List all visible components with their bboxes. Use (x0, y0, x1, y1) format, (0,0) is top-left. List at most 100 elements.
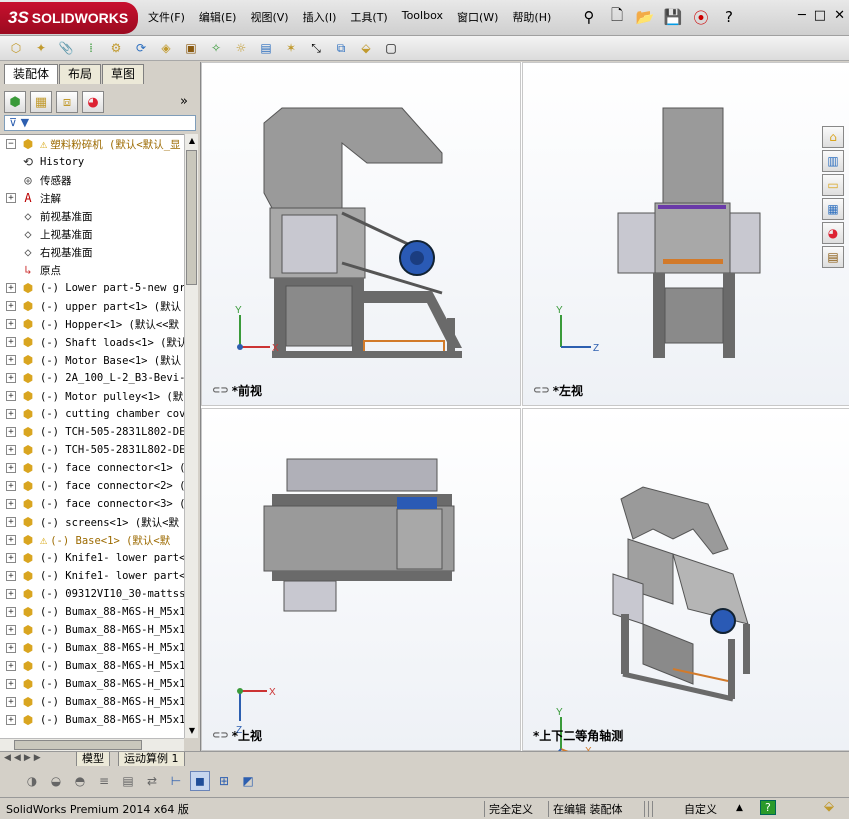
view-grid-icon[interactable]: ⊞ (214, 771, 234, 791)
tree-expander[interactable]: − (6, 139, 16, 149)
file-explorer-icon[interactable]: ▭ (822, 174, 844, 196)
tool-f-icon[interactable]: ⇄ (142, 771, 162, 791)
help-icon[interactable]: ? (718, 6, 740, 28)
mate-icon[interactable]: 📎 (56, 39, 76, 57)
tree-expander[interactable]: + (6, 661, 16, 671)
tree-item[interactable]: + ⬢ (-) Motor pulley<1> (默 (0, 387, 184, 405)
tree-item[interactable]: + ⬢ (-) Knife1- lower part< (0, 549, 184, 567)
tree-expander[interactable]: + (6, 553, 16, 563)
scroll-thumb[interactable] (186, 150, 197, 285)
tab-model[interactable]: 模型 (76, 752, 110, 767)
tree-item[interactable]: + ⬢ (-) TCH-505-2831L802-DE (0, 441, 184, 459)
tree-item[interactable]: + ⬢ (-) cutting chamber cov (0, 405, 184, 423)
custom-properties-icon[interactable]: ▤ (822, 246, 844, 268)
tree-expander[interactable]: + (6, 571, 16, 581)
menu-view[interactable]: 视图(V) (250, 9, 288, 25)
solidworks-logo[interactable]: 3S SOLIDWORKS (0, 2, 138, 34)
tree-expander[interactable]: + (6, 697, 16, 707)
tree-item[interactable]: ↳ 原点 (0, 261, 184, 279)
exploded-view-icon[interactable]: ✶ (281, 39, 301, 57)
scroll-up-icon[interactable]: ▲ (185, 134, 199, 148)
tree-item[interactable]: + ⬢ (-) face connector<2> ( (0, 477, 184, 495)
move-component-icon[interactable]: ⟳ (131, 39, 151, 57)
view-link-icon[interactable]: ⊂⊃ (212, 730, 229, 741)
view-palette-icon[interactable]: ▦ (822, 198, 844, 220)
show-hidden-icon[interactable]: ◈ (156, 39, 176, 57)
new-document-icon[interactable]: 🗋 (606, 6, 628, 28)
tree-expander[interactable]: + (6, 337, 16, 347)
solidworks-resources-icon[interactable]: ⌂ (822, 126, 844, 148)
menu-insert[interactable]: 插入(I) (303, 9, 337, 25)
viewport-top[interactable]: X Z ⊂⊃ *上视 (201, 408, 521, 751)
tree-item[interactable]: + ⬢ (-) Motor Base<1> (默认 (0, 351, 184, 369)
tree-expander[interactable]: + (6, 391, 16, 401)
tree-item[interactable]: + ⬢ (-) Bumax_88-M6S-H_M5x1 (0, 711, 184, 729)
tree-item[interactable]: ◇ 右视基准面 (0, 243, 184, 261)
linear-pattern-icon[interactable]: ⁞ (81, 39, 101, 57)
tree-expander[interactable]: + (6, 481, 16, 491)
pin-icon[interactable]: ⚲ (578, 6, 600, 28)
traffic-light-icon[interactable]: ⦿ (690, 6, 712, 28)
clearance-verification-icon[interactable]: ⬙ (356, 39, 376, 57)
units-selector[interactable]: 自定义 (684, 801, 717, 817)
property-manager-icon[interactable]: ▦ (30, 91, 52, 113)
close-button[interactable]: ✕ (834, 8, 845, 23)
reference-geometry-icon[interactable]: ✧ (206, 39, 226, 57)
menu-help[interactable]: 帮助(H) (512, 9, 551, 25)
tree-expander[interactable]: + (6, 535, 16, 545)
tree-item[interactable]: + ⬢ (-) 2A_100_L-2_B3-Bevi- (0, 369, 184, 387)
tree-filter-input[interactable]: ⊽ ▼ (4, 115, 196, 131)
view-link-icon[interactable]: ⊂⊃ (533, 385, 550, 396)
tool-a-icon[interactable]: ◑ (22, 771, 42, 791)
tree-expander[interactable]: + (6, 625, 16, 635)
view-link-icon[interactable]: ⊂⊃ (212, 385, 229, 396)
rebuild-icon[interactable]: ⬙ (824, 799, 834, 814)
view-cube-icon[interactable]: ◼ (190, 771, 210, 791)
menu-window[interactable]: 窗口(W) (457, 9, 498, 25)
tree-expander[interactable]: + (6, 589, 16, 599)
tab-assembly[interactable]: 装配体 (4, 64, 59, 84)
tab-nav-arrows-icon[interactable]: ◀◀▶▶ (4, 753, 44, 763)
tree-expander[interactable]: + (6, 427, 16, 437)
graphics-area[interactable]: ⌕ ⊕ ↶ ◧ ◪ ◼ ◎ ◕ ⬤ ▤ ⊡ ⊟ ─ ❐ ✕ (200, 62, 849, 762)
help-button[interactable]: ? (760, 800, 776, 815)
tree-expander[interactable]: + (6, 193, 16, 203)
tree-item[interactable]: + A 注解 (0, 189, 184, 207)
tool-e-icon[interactable]: ▤ (118, 771, 138, 791)
tree-expander[interactable]: + (6, 643, 16, 653)
new-motion-study-icon[interactable]: ☼ (231, 39, 251, 57)
tool-b-icon[interactable]: ◒ (46, 771, 66, 791)
tree-expander[interactable]: + (6, 373, 16, 383)
tool-g-icon[interactable]: ⊢ (166, 771, 186, 791)
new-part-icon[interactable]: ✦ (31, 39, 51, 57)
tree-horizontal-scrollbar[interactable] (0, 738, 184, 751)
feature-tree-icon[interactable]: ⬢ (4, 91, 26, 113)
hscroll-thumb[interactable] (14, 740, 142, 750)
smart-fasteners-icon[interactable]: ⚙ (106, 39, 126, 57)
tree-item[interactable]: + ⬢ (-) Bumax_88-M6S-H_M5x1 (0, 639, 184, 657)
tree-item[interactable]: + ⬢ (-) screens<1> (默认<默 (0, 513, 184, 531)
tab-layout[interactable]: 布局 (59, 64, 102, 84)
menu-file[interactable]: 文件(F) (148, 9, 185, 25)
tree-item[interactable]: + ⬢ (-) TCH-505-2831L802-DE (0, 423, 184, 441)
appearances-icon[interactable]: ◕ (822, 222, 844, 244)
view-layout-icon[interactable]: ◩ (238, 771, 258, 791)
save-icon[interactable]: 💾 (662, 6, 684, 28)
tree-item[interactable]: + ⬢ (-) Bumax_88-M6S-H_M5x1 (0, 675, 184, 693)
tree-item[interactable]: ◇ 上视基准面 (0, 225, 184, 243)
tree-item[interactable]: − ⬢ ⚠ 塑料粉碎机 (默认<默认_显 (0, 135, 184, 153)
tree-expander[interactable]: + (6, 283, 16, 293)
tree-expander[interactable]: + (6, 499, 16, 509)
open-folder-icon[interactable]: 📂 (634, 6, 656, 28)
expand-panel-icon[interactable]: » (180, 94, 188, 109)
maximize-button[interactable]: □ (814, 8, 826, 23)
bill-of-materials-icon[interactable]: ▤ (256, 39, 276, 57)
tool-c-icon[interactable]: ◓ (70, 771, 90, 791)
feature-tree[interactable]: − ⬢ ⚠ 塑料粉碎机 (默认<默认_显 ⟲ History ◎ 传感器 + A 注解 ◇ 前视基准面 ◇… (0, 134, 184, 738)
tree-item[interactable]: + ⬢ (-) Bumax_88-M6S-H_M5x1 (0, 621, 184, 639)
tree-expander[interactable]: + (6, 301, 16, 311)
menu-edit[interactable]: 编辑(E) (199, 9, 237, 25)
tool-d-icon[interactable]: ≡ (94, 771, 114, 791)
explode-line-sketch-icon[interactable]: ⤡ (306, 39, 326, 57)
tree-item[interactable]: + ⬢ (-) Knife1- lower part< (0, 567, 184, 585)
